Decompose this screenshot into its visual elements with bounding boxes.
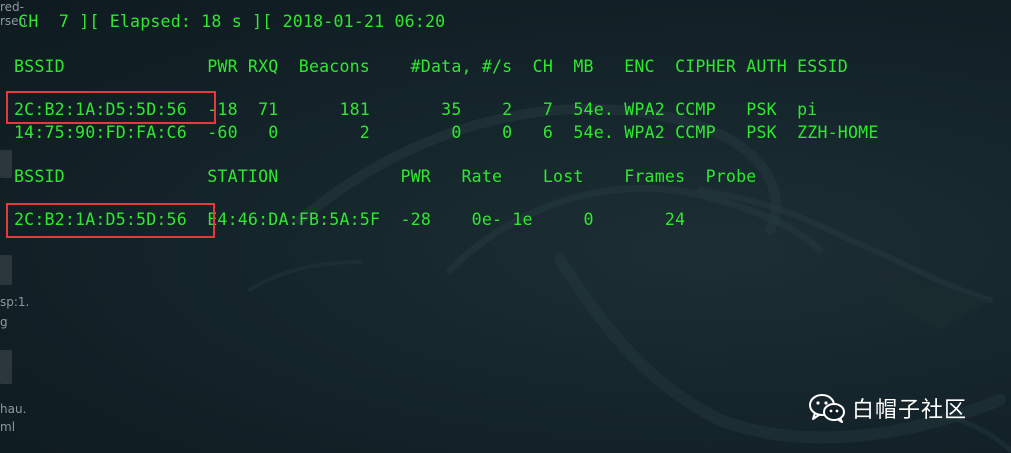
watermark: 白帽子社区 [808,393,967,423]
terminal-output[interactable]: CH 7 ][ Elapsed: 18 s ][ 2018-01-21 06:2… [0,0,1011,453]
ap-bssid: 14:75:90:FD:FA:C6 [14,123,187,142]
station-bssid-highlight-box [6,203,215,238]
station-row-details: E4:46:DA:FB:5A:5F -28 0e- 1e 0 24 [186,210,686,229]
watermark-text: 白帽子社区 [852,398,968,423]
status-line: CH 7 ][ Elapsed: 18 s ][ 2018-01-21 06:2… [8,12,446,31]
ap-row-details: -18 71 181 35 2 7 54e. WPA2 CCMP PSK pi [186,100,818,119]
ap-row: 14:75:90:FD:FA:C6 -60 0 2 0 0 6 54e. WPA… [14,123,879,143]
ap-row-details: -60 0 2 0 0 6 54e. WPA2 CCMP PSK ZZH-HOM… [186,123,879,142]
ap-table-header: BSSID PWR RXQ Beacons #Data, #/s CH MB E… [14,57,848,76]
wechat-icon [809,394,845,423]
bssid-highlight-box [6,91,216,124]
station-table-header: BSSID STATION PWR Rate Lost Frames Probe [14,167,757,186]
